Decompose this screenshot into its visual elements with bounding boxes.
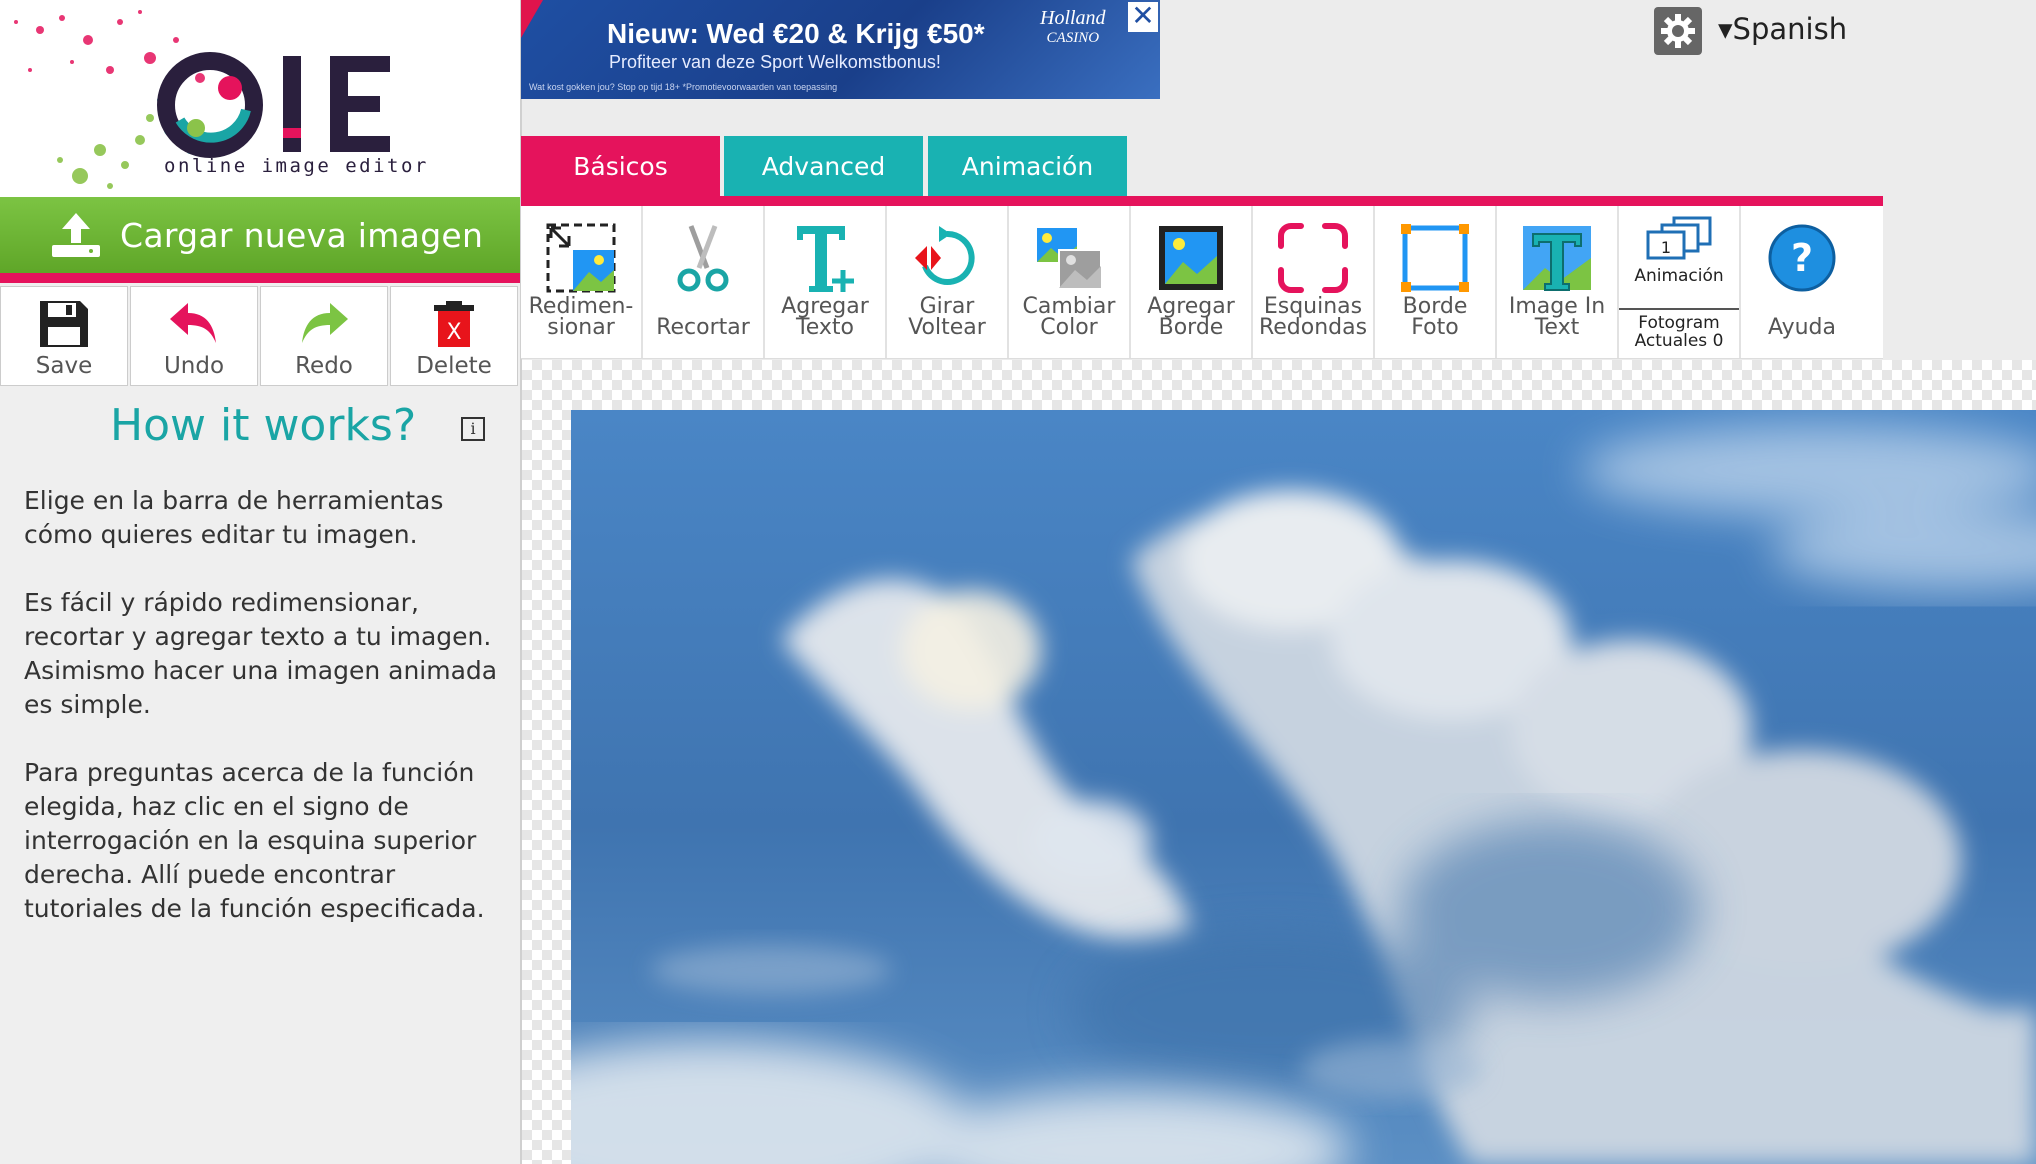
- redo-button[interactable]: Redo: [260, 286, 388, 386]
- ad-brand-logo: Holland CASINO: [1040, 8, 1106, 48]
- help-paragraph: Es fácil y rápido redimensionar, recorta…: [24, 588, 498, 719]
- tool-label: Esquinas: [1263, 294, 1363, 319]
- image-in-text-icon: [1523, 226, 1591, 291]
- tool-label: [656, 296, 750, 317]
- tool-add-border[interactable]: Agregar Borde: [1131, 206, 1253, 358]
- tool-label: Color: [1040, 315, 1098, 340]
- tool-label: Agregar: [781, 294, 869, 319]
- tools-toolbar: Redimen-sionar Recortar Agregar Texto Gi…: [521, 206, 1883, 359]
- delete-button[interactable]: X Delete: [390, 286, 518, 386]
- redo-icon: [302, 303, 348, 343]
- ad-fine-print: Wat kost gokken jou? Stop op tijd 18+ *P…: [529, 82, 838, 92]
- add-text-icon: [797, 226, 854, 292]
- undo-icon: [170, 303, 216, 343]
- ad-brand-line1: Holland: [1040, 7, 1106, 29]
- language-select[interactable]: ▾Spanish: [1718, 12, 1847, 46]
- photo-border-icon: [1401, 224, 1469, 292]
- gear-icon: [1661, 14, 1695, 48]
- tool-label: sionar: [547, 315, 615, 340]
- logo-tagline: online image editor: [164, 155, 429, 177]
- tool-rounded-corners[interactable]: Esquinas Redondas: [1253, 206, 1375, 358]
- tool-photo-border[interactable]: Borde Foto: [1375, 206, 1497, 358]
- tool-label: Cambiar: [1022, 294, 1116, 319]
- help-icon: ?: [1768, 224, 1836, 292]
- animation-frames-icon: 1: [1646, 216, 1712, 260]
- tool-change-color[interactable]: Cambiar Color: [1009, 206, 1131, 358]
- tab-advanced[interactable]: Advanced: [724, 136, 923, 196]
- resize-icon: [546, 223, 616, 293]
- tool-label: Foto: [1411, 315, 1459, 340]
- tool-label: Texto: [796, 315, 854, 340]
- current-frames-counter: Fotogram Actuales 0: [1619, 308, 1739, 350]
- rotate-icon: [915, 226, 975, 285]
- animation-label: Animación: [1634, 266, 1724, 286]
- tool-label: Image In: [1508, 294, 1606, 319]
- sky-clouds-image: [571, 410, 2036, 1164]
- help-paragraph: Elige en la barra de herramientas cómo q…: [24, 486, 444, 549]
- tool-label: Ayuda: [1768, 315, 1836, 340]
- tool-resize[interactable]: Redimen-sionar: [521, 206, 643, 358]
- svg-text:X: X: [446, 320, 461, 345]
- tool-label: Recortar: [656, 315, 750, 340]
- upload-icon: [52, 213, 100, 257]
- undo-button[interactable]: Undo: [130, 286, 258, 386]
- tab-basicos[interactable]: Básicos: [521, 136, 720, 196]
- save-label: Save: [35, 353, 93, 379]
- scissors-icon: [677, 225, 729, 292]
- info-icon[interactable]: i: [461, 417, 485, 441]
- animation-stack-number: 1: [1661, 238, 1671, 257]
- tool-add-text[interactable]: Agregar Texto: [765, 206, 887, 358]
- add-border-icon: [1159, 226, 1223, 290]
- tool-label: Borde: [1402, 294, 1468, 319]
- logo[interactable]: online image editor: [0, 0, 520, 197]
- rounded-corners-icon: [1278, 223, 1348, 293]
- delete-label: Delete: [416, 353, 492, 379]
- tool-animation[interactable]: 1 Animación Fotogram Actuales 0: [1619, 206, 1741, 358]
- help-paragraph: Para preguntas acerca de la función eleg…: [24, 758, 485, 923]
- delete-icon: X: [434, 301, 474, 347]
- ad-corner-marker: [521, 0, 543, 38]
- ad-subtitle: Profiteer van deze Sport Welkomstbonus!: [609, 52, 941, 72]
- help-text: Elige en la barra de herramientas cómo q…: [24, 484, 504, 960]
- edited-image[interactable]: [571, 410, 2036, 1164]
- help-title: How it works?: [110, 400, 417, 451]
- tool-label: Girar: [919, 294, 975, 319]
- change-color-icon: [1037, 228, 1102, 289]
- undo-label: Undo: [163, 353, 225, 379]
- tab-underline: [521, 196, 1883, 206]
- redo-label: Redo: [295, 353, 353, 379]
- tool-rotate-flip[interactable]: Girar Voltear: [887, 206, 1009, 358]
- tool-label: Redondas: [1258, 315, 1368, 340]
- tool-image-in-text[interactable]: Image In Text: [1497, 206, 1619, 358]
- upload-label: Cargar nueva imagen: [120, 215, 484, 255]
- tool-label: Text: [1534, 315, 1580, 340]
- tool-label: Borde: [1158, 315, 1224, 340]
- upload-new-image-button[interactable]: Cargar nueva imagen: [0, 197, 520, 283]
- svg-text:?: ?: [1791, 236, 1813, 280]
- ad-close-button[interactable]: ✕: [1128, 2, 1158, 32]
- tool-label: Voltear: [908, 315, 986, 340]
- action-toolbar: Save Undo Redo X Delete: [0, 286, 520, 388]
- ad-brand-line2: CASINO: [1046, 30, 1100, 46]
- tool-label: Redimen-: [528, 294, 634, 319]
- tool-crop[interactable]: Recortar: [643, 206, 765, 358]
- tool-label: [1768, 296, 1836, 317]
- settings-button[interactable]: [1654, 7, 1702, 55]
- tool-label: Agregar: [1147, 294, 1235, 319]
- frames-line1: Fotogram: [1638, 313, 1720, 333]
- ad-headline: Nieuw: Wed €20 & Krijg €50*: [607, 18, 985, 49]
- save-icon: [40, 301, 88, 347]
- tool-help[interactable]: ? Ayuda: [1741, 206, 1863, 358]
- frames-line2: Actuales 0: [1634, 331, 1724, 351]
- sidebar: online image editor Cargar nueva imagen …: [0, 0, 520, 1164]
- tab-animacion[interactable]: Animación: [928, 136, 1127, 196]
- ad-banner[interactable]: Nieuw: Wed €20 & Krijg €50* Profiteer va…: [521, 0, 1160, 99]
- save-button[interactable]: Save: [0, 286, 128, 386]
